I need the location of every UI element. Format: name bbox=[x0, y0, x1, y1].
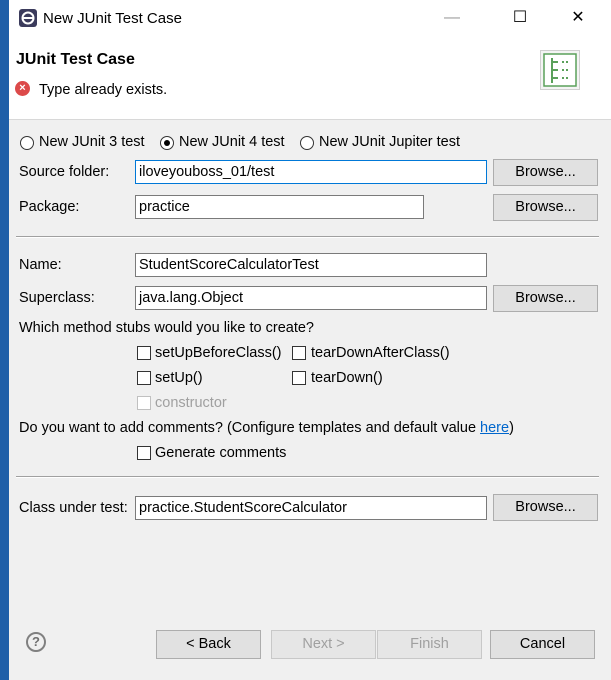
setUpBeforeClass-checkbox[interactable] bbox=[137, 346, 151, 360]
help-icon[interactable]: ? bbox=[26, 632, 46, 652]
junit-wizard-icon bbox=[540, 50, 580, 90]
browse-package-button[interactable]: Browse... bbox=[493, 194, 598, 221]
browse-source-folder-button[interactable]: Browse... bbox=[493, 159, 598, 186]
separator bbox=[16, 236, 599, 238]
tearDown-label[interactable]: tearDown() bbox=[311, 370, 383, 386]
wizard-header: JUnit Test Case × Type already exists. bbox=[9, 36, 611, 120]
background-editor bbox=[0, 0, 9, 680]
comments-question: Do you want to add comments? (Configure … bbox=[19, 420, 514, 436]
setUp-checkbox[interactable] bbox=[137, 371, 151, 385]
minimize-icon[interactable]: — bbox=[429, 0, 475, 36]
source-folder-label: Source folder: bbox=[19, 164, 110, 180]
dialog-window: New JUnit Test Case — ☐ ✕ JUnit Test Cas… bbox=[9, 0, 611, 680]
class-under-test-input[interactable]: practice.StudentScoreCalculator bbox=[135, 496, 487, 520]
error-message: Type already exists. bbox=[39, 82, 168, 98]
wizard-title: JUnit Test Case bbox=[16, 51, 135, 68]
generate-comments-label[interactable]: Generate comments bbox=[155, 445, 286, 461]
package-input[interactable]: practice bbox=[135, 195, 424, 219]
next-button: Next > bbox=[271, 630, 376, 659]
comments-question-suffix: ) bbox=[509, 420, 514, 436]
maximize-icon[interactable]: ☐ bbox=[497, 0, 543, 36]
source-folder-input[interactable]: iloveyouboss_01/test bbox=[135, 160, 487, 184]
radio-junit-jupiter[interactable] bbox=[300, 136, 314, 150]
radio-junit-jupiter-label[interactable]: New JUnit Jupiter test bbox=[319, 134, 460, 150]
error-icon: × bbox=[15, 81, 30, 96]
finish-button: Finish bbox=[377, 630, 482, 659]
generate-comments-checkbox[interactable] bbox=[137, 446, 151, 460]
tearDownAfterClass-checkbox[interactable] bbox=[292, 346, 306, 360]
tearDown-checkbox[interactable] bbox=[292, 371, 306, 385]
name-input[interactable]: StudentScoreCalculatorTest bbox=[135, 253, 487, 277]
setUp-label[interactable]: setUp() bbox=[155, 370, 203, 386]
method-stubs-question: Which method stubs would you like to cre… bbox=[19, 320, 314, 336]
separator bbox=[16, 476, 599, 478]
close-icon[interactable]: ✕ bbox=[555, 0, 601, 36]
back-button[interactable]: < Back bbox=[156, 630, 261, 659]
browse-class-under-test-button[interactable]: Browse... bbox=[493, 494, 598, 521]
constructor-label: constructor bbox=[155, 395, 227, 411]
configure-templates-link[interactable]: here bbox=[480, 420, 509, 436]
superclass-input[interactable]: java.lang.Object bbox=[135, 286, 487, 310]
name-label: Name: bbox=[19, 257, 62, 273]
radio-junit3[interactable] bbox=[20, 136, 34, 150]
cancel-button[interactable]: Cancel bbox=[490, 630, 595, 659]
browse-superclass-button[interactable]: Browse... bbox=[493, 285, 598, 312]
package-label: Package: bbox=[19, 199, 80, 215]
tearDownAfterClass-label[interactable]: tearDownAfterClass() bbox=[311, 345, 450, 361]
window-title: New JUnit Test Case bbox=[43, 10, 182, 27]
radio-junit3-label[interactable]: New JUnit 3 test bbox=[39, 134, 145, 150]
radio-junit4-label[interactable]: New JUnit 4 test bbox=[179, 134, 285, 150]
comments-question-text: Do you want to add comments? (Configure … bbox=[19, 420, 481, 436]
eclipse-app-icon bbox=[19, 9, 37, 27]
setUpBeforeClass-label[interactable]: setUpBeforeClass() bbox=[155, 345, 282, 361]
radio-junit4[interactable] bbox=[160, 136, 174, 150]
constructor-checkbox bbox=[137, 396, 151, 410]
title-bar: New JUnit Test Case — ☐ ✕ bbox=[9, 0, 611, 36]
superclass-label: Superclass: bbox=[19, 290, 95, 306]
class-under-test-label: Class under test: bbox=[19, 500, 128, 516]
